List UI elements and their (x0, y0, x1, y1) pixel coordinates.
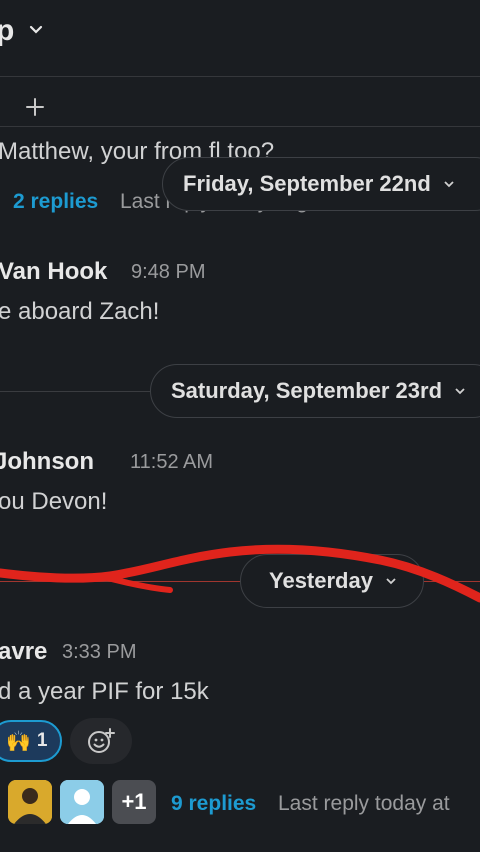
reaction-count: 1 (36, 730, 48, 751)
more-participants[interactable]: +1 (112, 780, 156, 824)
chevron-down-icon[interactable] (28, 22, 44, 38)
avatar[interactable] (60, 780, 104, 824)
channel-title[interactable]: p (0, 14, 14, 48)
more-count: +1 (121, 789, 147, 814)
add-bookmark-icon[interactable] (24, 96, 46, 118)
message-time[interactable]: 3:33 PM (62, 641, 136, 664)
avatar[interactable] (8, 780, 52, 824)
bookmark-divider (0, 126, 480, 127)
chevron-down-icon (444, 181, 454, 188)
date-divider-saturday[interactable]: Saturday, September 23rd (150, 364, 480, 418)
date-label: Saturday, September 23rd (171, 378, 443, 403)
raised-hands-emoji: 🙌 (6, 730, 31, 753)
date-divider-line (0, 391, 150, 392)
add-emoji-icon (88, 728, 115, 753)
date-label: Friday, September 22nd (183, 171, 431, 196)
message-time[interactable]: 9:48 PM (131, 261, 205, 284)
message-text: e aboard Zach! (0, 298, 160, 325)
default-avatar-icon (60, 780, 104, 824)
person-photo-icon (8, 780, 52, 824)
sender-name[interactable]: Van Hook (0, 258, 107, 286)
message-text: d a year PIF for 15k (0, 678, 209, 705)
header-divider (0, 76, 480, 77)
sender-name[interactable]: avre (0, 638, 47, 666)
thread-replies-link[interactable]: 9 replies (171, 792, 256, 816)
reaction-raised-hands[interactable]: 🙌 1 (0, 720, 62, 762)
thread-last-reply: Last reply today at (278, 792, 450, 815)
red-annotation-scribble (0, 544, 480, 603)
date-divider-friday[interactable]: Friday, September 22nd (162, 157, 480, 211)
message-time[interactable]: 11:52 AM (130, 451, 213, 474)
sender-name[interactable]: Johnson (0, 448, 94, 476)
thread-replies-link[interactable]: 2 replies (13, 190, 98, 214)
message-text: ou Devon! (0, 488, 108, 515)
add-reaction-button[interactable] (70, 718, 132, 764)
chevron-down-icon (455, 388, 465, 395)
